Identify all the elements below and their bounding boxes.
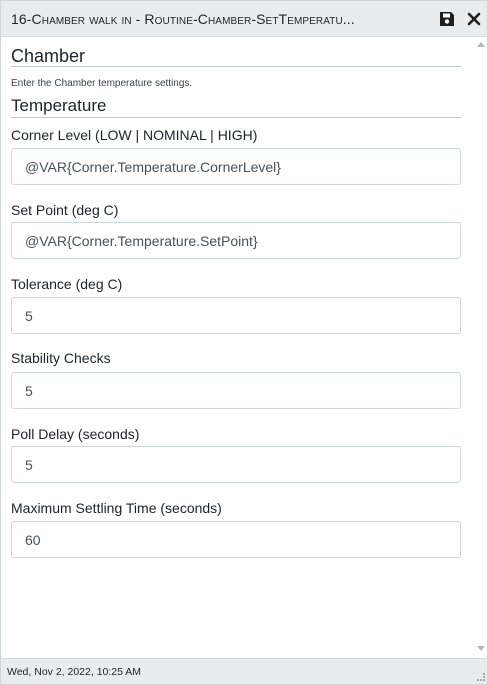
set-point-input[interactable] xyxy=(11,222,461,259)
dialog-window: 16-Chamber walk in - Routine-Chamber-Set… xyxy=(0,0,488,685)
stability-checks-input[interactable] xyxy=(11,372,461,409)
save-icon xyxy=(440,12,454,26)
save-button[interactable] xyxy=(437,9,457,29)
poll-delay-label: Poll Delay (seconds) xyxy=(11,426,140,442)
tolerance-input[interactable] xyxy=(11,297,461,334)
set-point-label: Set Point (deg C) xyxy=(11,202,119,218)
resize-grip-icon[interactable] xyxy=(477,673,485,681)
scroll-up-arrow-icon[interactable] xyxy=(477,42,485,47)
form-content: Chamber Enter the Chamber temperature se… xyxy=(1,38,473,658)
max-settling-time-input[interactable] xyxy=(11,521,461,558)
title-bar: 16-Chamber walk in - Routine-Chamber-Set… xyxy=(1,1,487,37)
scroll-down-arrow-icon[interactable] xyxy=(477,646,485,651)
section-title: Chamber xyxy=(11,46,86,66)
section-description: Enter the Chamber temperature settings. xyxy=(11,78,193,89)
poll-delay-input[interactable] xyxy=(11,446,461,483)
subsection-title: Temperature xyxy=(11,96,107,115)
section-divider xyxy=(11,66,461,67)
stability-checks-label: Stability Checks xyxy=(11,350,111,366)
tolerance-label: Tolerance (deg C) xyxy=(11,276,123,292)
close-button[interactable] xyxy=(464,9,484,29)
corner-level-label: Corner Level (LOW | NOMINAL | HIGH) xyxy=(11,127,258,143)
status-timestamp: Wed, Nov 2, 2022, 10:25 AM xyxy=(7,666,142,678)
corner-level-input[interactable] xyxy=(11,148,461,185)
vertical-scrollbar[interactable] xyxy=(475,38,487,658)
status-bar: Wed, Nov 2, 2022, 10:25 AM xyxy=(1,658,487,684)
window-title: 16-Chamber walk in - Routine-Chamber-Set… xyxy=(11,11,355,27)
close-icon xyxy=(467,12,481,26)
max-settling-time-label: Maximum Settling Time (seconds) xyxy=(11,500,222,516)
subsection-divider xyxy=(11,117,461,118)
